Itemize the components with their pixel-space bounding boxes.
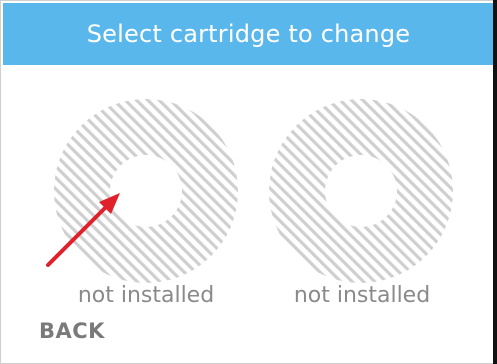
cartridge-status-right: not installed: [293, 283, 431, 308]
cartridge-dialog: Select cartridge to change not installed…: [0, 0, 497, 364]
dialog-header: Select cartridge to change: [3, 3, 494, 65]
cartridge-slot-left[interactable]: [54, 99, 238, 283]
cartridge-ring-icon: [269, 99, 453, 283]
cartridge-slot-right[interactable]: [269, 99, 453, 283]
back-button[interactable]: BACK: [39, 319, 105, 343]
window-edge: [493, 0, 497, 364]
cartridge-status-left: not installed: [77, 283, 215, 308]
cartridge-ring-icon: [54, 99, 238, 283]
dialog-title: Select cartridge to change: [86, 20, 411, 48]
